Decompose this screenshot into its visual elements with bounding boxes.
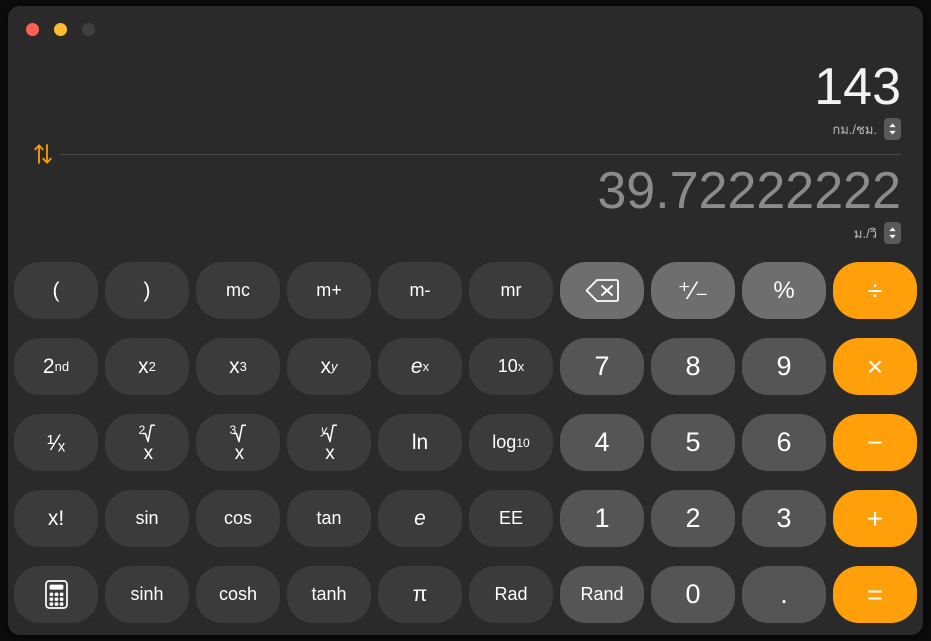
key-factorial[interactable]: x! — [14, 490, 98, 547]
input-unit-stepper[interactable] — [884, 118, 901, 140]
key-add[interactable]: + — [833, 490, 917, 547]
key-memory-recall[interactable]: mr — [469, 262, 553, 319]
input-unit-label: กม./ชม. — [832, 121, 877, 137]
output-unit-label: ม./วิ — [853, 225, 877, 241]
key-e-to-the-x[interactable]: ex — [378, 338, 462, 395]
key-radians-toggle[interactable]: Rad — [469, 566, 553, 623]
key-x-squared[interactable]: x2 — [105, 338, 189, 395]
key-hyperbolic-cosine[interactable]: cosh — [196, 566, 280, 623]
key-pi[interactable]: π — [378, 566, 462, 623]
swap-row — [8, 144, 923, 164]
key-cube-root[interactable]: 3x — [196, 414, 280, 471]
key-digit-8[interactable]: 8 — [651, 338, 735, 395]
output-value: 39.72222222 — [597, 162, 901, 220]
display-divider — [60, 154, 901, 155]
key-decimal-point[interactable]: . — [742, 566, 826, 623]
up-down-arrows-icon — [34, 144, 52, 164]
radical-glyph: 2x — [139, 423, 156, 463]
key-sine[interactable]: sin — [105, 490, 189, 547]
output-readout: 39.72222222 ม./วิ — [597, 162, 901, 244]
key-cosine[interactable]: cos — [196, 490, 280, 547]
title-bar — [8, 6, 923, 50]
key-divide[interactable]: ÷ — [833, 262, 917, 319]
key-second-function[interactable]: 2nd — [14, 338, 98, 395]
key-equals[interactable]: = — [833, 566, 917, 623]
radical-glyph: yx — [321, 423, 337, 463]
key-random[interactable]: Rand — [560, 566, 644, 623]
key-row-4: x! sin cos tan e EE 1 2 3 + — [14, 490, 917, 547]
key-exponent-entry[interactable]: EE — [469, 490, 553, 547]
key-row-3: ¹⁄ₓ 2 x 3 x y x ln log 10 4 5 6− — [14, 414, 917, 471]
chevron-up-down-icon — [889, 227, 896, 239]
key-open-paren[interactable]: ( — [14, 262, 98, 319]
keypad: () mc m+ m-mr ⁺⁄₋% ÷ 2nd x 2 x 3 x y e x 10 x 7 8 9 × ¹⁄ₓ 2 x 3 x… — [8, 254, 923, 635]
key-calculator-mode[interactable] — [14, 566, 98, 623]
input-unit-row[interactable]: กม./ชม. — [814, 118, 901, 140]
key-digit-9[interactable]: 9 — [742, 338, 826, 395]
input-value: 143 — [814, 58, 901, 116]
key-log-base-10[interactable]: log 10 — [469, 414, 553, 471]
key-y-root[interactable]: yx — [287, 414, 371, 471]
output-unit-row[interactable]: ม./วิ — [597, 222, 901, 244]
key-reciprocal[interactable]: ¹⁄ₓ — [14, 414, 98, 471]
swap-units-button[interactable] — [26, 137, 60, 171]
key-row-2: 2nd x 2 x 3 x y e x 10 x 7 8 9 × — [14, 338, 917, 395]
key-close-paren[interactable]: ) — [105, 262, 189, 319]
key-digit-1[interactable]: 1 — [560, 490, 644, 547]
calculator-window: 143 กม./ชม. 39.72222222 ม./วิ () mc m+ … — [8, 6, 923, 635]
key-x-cubed[interactable]: x3 — [196, 338, 280, 395]
key-sign-toggle[interactable]: ⁺⁄₋ — [651, 262, 735, 319]
key-digit-5[interactable]: 5 — [651, 414, 735, 471]
minimize-button[interactable] — [54, 23, 67, 36]
key-ten-to-the-x[interactable]: 10 x — [469, 338, 553, 395]
delete-backspace-icon — [585, 279, 619, 302]
display-area: 143 กม./ชม. 39.72222222 ม./วิ — [8, 50, 923, 254]
radical-glyph: 3x — [230, 423, 247, 463]
key-hyperbolic-sine[interactable]: sinh — [105, 566, 189, 623]
key-memory-clear[interactable]: mc — [196, 262, 280, 319]
key-euler-number[interactable]: e — [378, 490, 462, 547]
chevron-up-down-icon — [889, 123, 896, 135]
key-x-to-the-y[interactable]: xy — [287, 338, 371, 395]
close-button[interactable] — [26, 23, 39, 36]
key-digit-0[interactable]: 0 — [651, 566, 735, 623]
calculator-icon — [44, 580, 68, 609]
key-subtract[interactable]: − — [833, 414, 917, 471]
key-memory-add[interactable]: m+ — [287, 262, 371, 319]
key-digit-7[interactable]: 7 — [560, 338, 644, 395]
key-memory-subtract[interactable]: m- — [378, 262, 462, 319]
key-row-1: () mc m+ m-mr ⁺⁄₋% ÷ — [14, 262, 917, 319]
output-unit-stepper[interactable] — [884, 222, 901, 244]
key-digit-2[interactable]: 2 — [651, 490, 735, 547]
key-delete[interactable] — [560, 262, 644, 319]
key-percent[interactable]: % — [742, 262, 826, 319]
key-tangent[interactable]: tan — [287, 490, 371, 547]
key-row-5: sinh cosh tanh π Rad Rand 0. = — [14, 566, 917, 623]
key-natural-log[interactable]: ln — [378, 414, 462, 471]
key-square-root[interactable]: 2x — [105, 414, 189, 471]
input-readout: 143 กม./ชม. — [814, 58, 901, 140]
key-digit-3[interactable]: 3 — [742, 490, 826, 547]
key-digit-4[interactable]: 4 — [560, 414, 644, 471]
key-digit-6[interactable]: 6 — [742, 414, 826, 471]
key-hyperbolic-tangent[interactable]: tanh — [287, 566, 371, 623]
zoom-button[interactable] — [82, 23, 95, 36]
key-multiply[interactable]: × — [833, 338, 917, 395]
